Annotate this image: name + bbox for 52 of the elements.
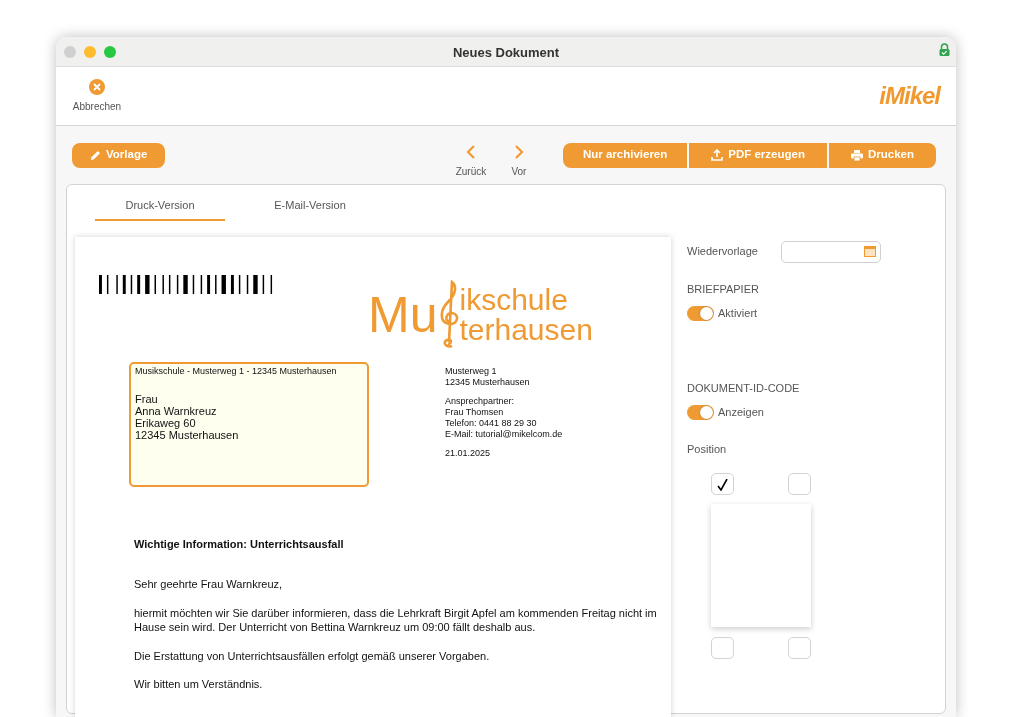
- recipient-line: Erikaweg 60: [135, 416, 197, 429]
- pencil-icon: [90, 149, 101, 161]
- letter-paragraph: Die Erstattung von Unterrichtsausfällen erfolgt gemäß unserer Vorgaben.: [134, 648, 491, 663]
- section-heading: BRIEFPAPIER: [687, 281, 760, 297]
- logo-text: ikschule: [459, 284, 569, 315]
- info-line: 21.01.2025: [445, 447, 492, 459]
- checkbox[interactable]: [788, 473, 811, 495]
- forward-button[interactable]: Vor: [498, 143, 539, 179]
- check-icon: [717, 479, 728, 492]
- letter-paragraph: Wir bitten um Verständnis.: [134, 677, 264, 692]
- toggle-label: Aktiviert: [718, 306, 758, 321]
- chevron-left-icon: [465, 143, 476, 160]
- letter-paragraph: hiermit möchten wir Sie darüber informieren, dass die Lehrkraft Birgit Apfel am kommenden Freitag nicht im Hause sein wird. Der Unterricht von Bettina Warnkreuz um 09:00 fällt deshalb aus.: [134, 605, 658, 635]
- checkbox[interactable]: [711, 637, 734, 659]
- brand-logo: iMikel: [879, 81, 940, 111]
- letter-paragraph: Sehr geehrte Frau Warnkreuz,: [134, 577, 284, 592]
- calendar-icon: [864, 245, 876, 257]
- toggle-switch[interactable]: [687, 404, 714, 420]
- close-icon: [89, 78, 105, 95]
- chevron-right-icon: [513, 143, 524, 160]
- info-line: Ansprechpartner:: [445, 395, 516, 407]
- info-line: Frau Thomsen: [445, 406, 505, 418]
- info-line: 12345 Musterhausen: [445, 376, 531, 388]
- info-line: E-Mail: tutorial@mikelcom.de: [445, 428, 563, 440]
- recipient-line: Anna Warnkreuz: [135, 404, 218, 417]
- section-heading: DOKUMENT-ID-CODE: [687, 380, 801, 396]
- toggle-label: Anzeigen: [718, 405, 764, 420]
- tab[interactable]: E-Mail-Version: [245, 193, 375, 221]
- logo-text: Mu: [368, 289, 438, 340]
- info-line: Telefon: 0441 88 29 30: [445, 417, 538, 429]
- field-label: Position: [687, 441, 728, 457]
- window-control-button[interactable]: [104, 45, 116, 58]
- window-control-button[interactable]: [64, 45, 76, 58]
- date-field[interactable]: [781, 240, 881, 263]
- letter-subject: Wichtige Information: Unterrichtsausfall: [134, 536, 345, 551]
- info-line: Musterweg 1: [445, 365, 498, 377]
- sender-line: Musikschule - Musterweg 1 - 12345 Musterhausen: [135, 365, 338, 377]
- window-control-button[interactable]: [84, 45, 96, 58]
- toggle-switch[interactable]: [687, 305, 714, 321]
- printer-icon: [850, 149, 863, 161]
- recipient-line: Frau: [135, 392, 159, 405]
- logo-text: terhausen: [459, 314, 593, 345]
- checkbox[interactable]: [711, 473, 734, 495]
- upload-icon: [711, 149, 724, 161]
- window-title: Neues Dokument: [452, 44, 560, 60]
- lock-icon: [939, 43, 950, 56]
- back-button[interactable]: Zurück: [450, 143, 491, 179]
- checkbox[interactable]: [788, 637, 811, 659]
- recipient-line: 12345 Musterhausen: [135, 428, 240, 441]
- field-label: Wiedervorlage: [687, 244, 759, 260]
- tab[interactable]: Druck-Version: [95, 193, 225, 221]
- cancel-button[interactable]: Abbrechen: [72, 78, 122, 114]
